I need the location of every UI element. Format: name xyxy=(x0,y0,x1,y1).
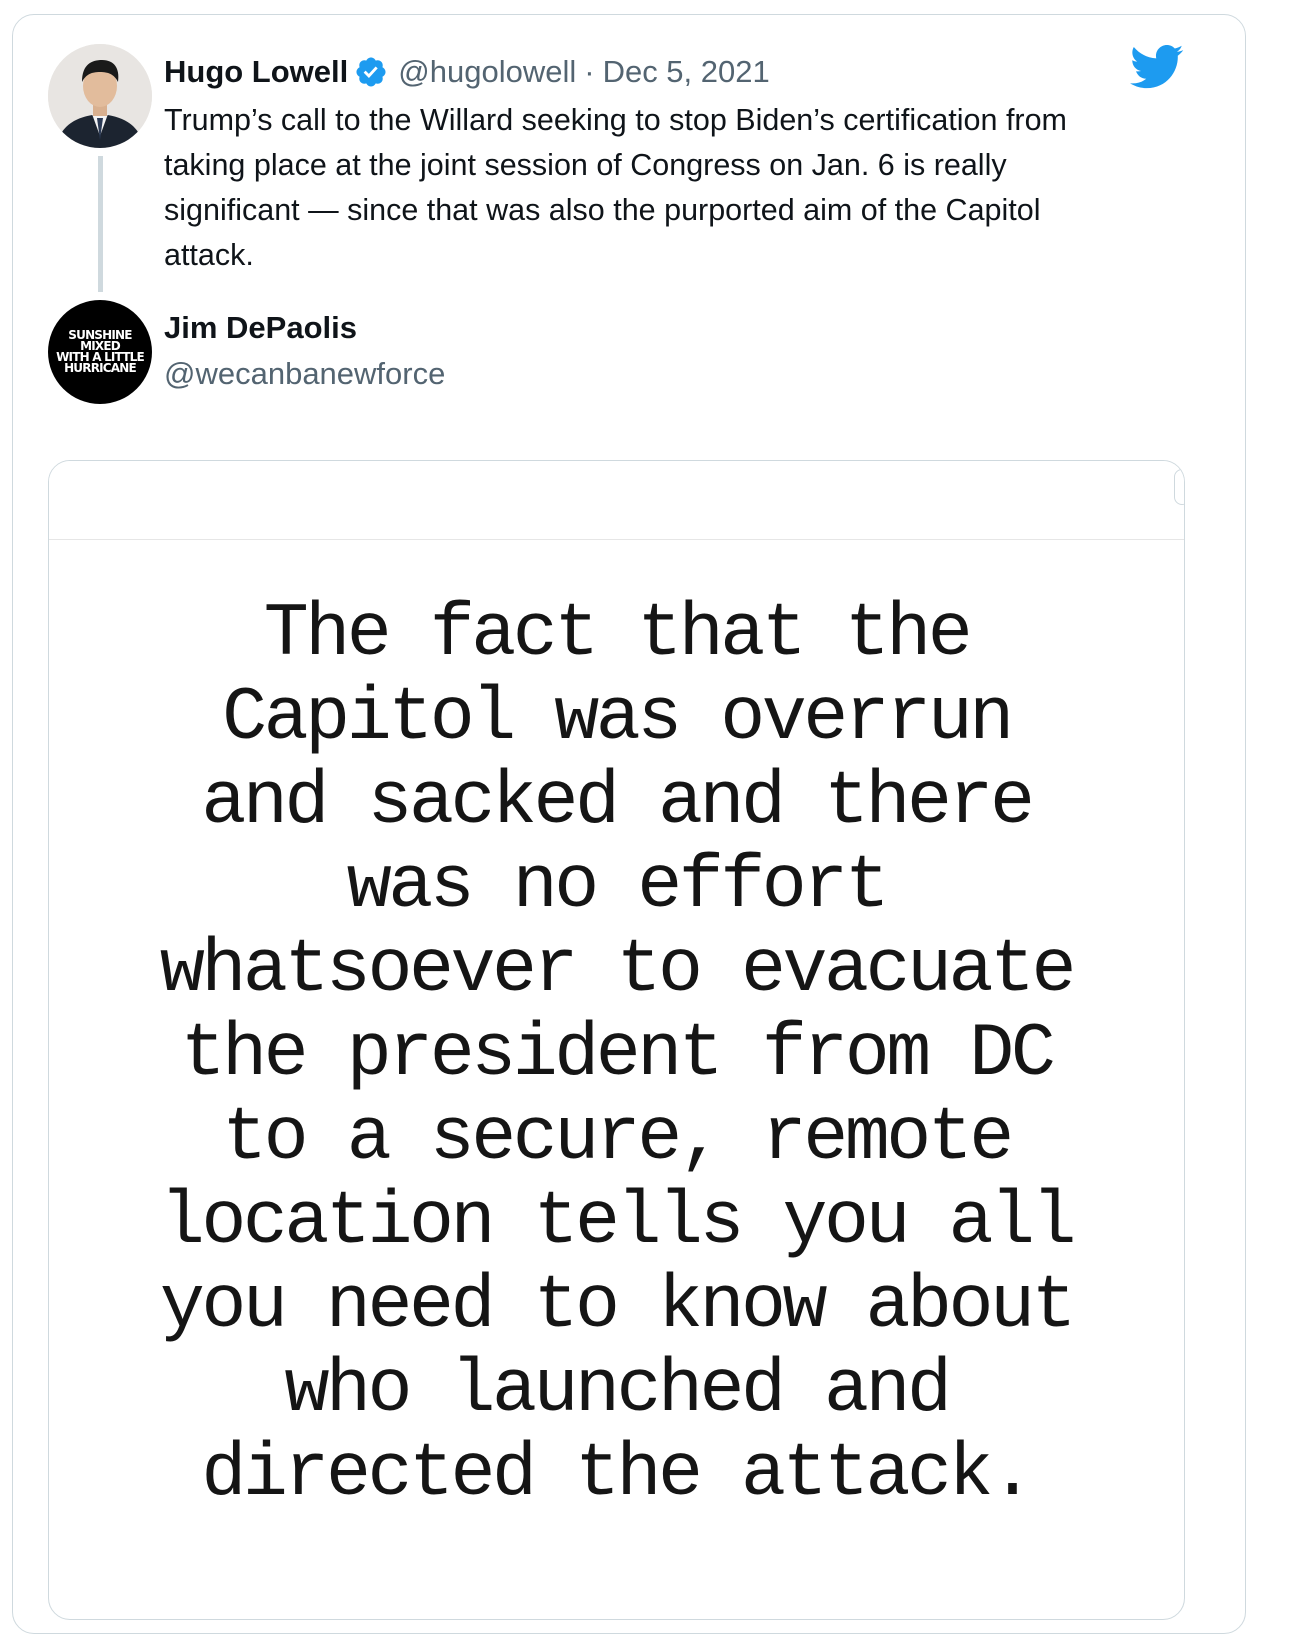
tweet-text: Trump’s call to the Willard seeking to s… xyxy=(164,103,1067,272)
avatar-text-line: HURRICANE xyxy=(64,361,137,375)
quoted-image[interactable]: The fact that the Capitol was overrun an… xyxy=(48,460,1185,1620)
thread-connector-line xyxy=(98,156,103,292)
author-avatar-photo xyxy=(48,44,152,148)
author-avatar[interactable] xyxy=(48,44,152,148)
tweet-date[interactable]: Dec 5, 2021 xyxy=(603,54,770,90)
quoted-author-name[interactable]: Jim DePaolis xyxy=(164,310,357,346)
tweet-header: Hugo Lowell @hugolowell · Dec 5, 2021 xyxy=(164,50,770,94)
author-handle[interactable]: @hugolowell xyxy=(398,54,576,90)
verified-badge-icon xyxy=(354,55,388,89)
header-separator: · xyxy=(584,54,595,89)
quoted-author-avatar[interactable]: SUNSHINE MIXED WITH A LITTLE HURRICANE xyxy=(48,300,152,404)
image-corner-artifact xyxy=(1174,469,1184,505)
image-top-strip xyxy=(49,461,1184,540)
author-name[interactable]: Hugo Lowell xyxy=(164,54,348,90)
quoted-author-handle[interactable]: @wecanbanewforce xyxy=(164,356,445,392)
avatar-text-line: SUNSHINE MIXED xyxy=(68,328,132,353)
image-quote-text: The fact that the Capitol was overrun an… xyxy=(159,592,1077,1517)
twitter-bird-icon[interactable] xyxy=(1130,44,1184,92)
